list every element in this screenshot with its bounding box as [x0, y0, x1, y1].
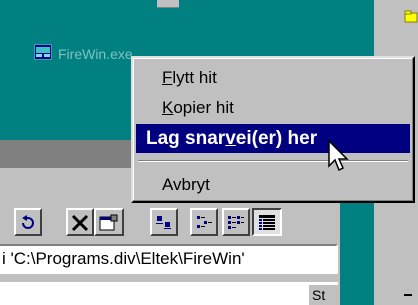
small-icons-view-icon [197, 216, 212, 228]
menu-item-label-post: ei(er) her [235, 128, 318, 149]
menu-item-label-post: lytt hit [172, 68, 217, 87]
top-edge-icon [157, 0, 179, 8]
details-view-button[interactable] [252, 208, 282, 236]
list-view-button[interactable] [222, 208, 250, 236]
menu-item-label-pre: Lag snar [146, 128, 226, 149]
menu-item-accelerator: K [162, 98, 174, 117]
large-icons-view-icon [156, 216, 171, 229]
application-icon [34, 44, 52, 60]
menu-item-accelerator: v [225, 128, 236, 149]
menu-separator [138, 160, 408, 162]
properties-icon [99, 214, 118, 231]
list-view-icon [228, 216, 244, 229]
undo-button[interactable] [14, 208, 42, 236]
mouse-cursor-icon [328, 140, 349, 172]
file-list[interactable] [0, 282, 338, 305]
column-header-size[interactable]: St [308, 284, 338, 305]
menu-item-cancel[interactable]: Avbryt [136, 170, 410, 199]
menu-item-label-post: opier hit [173, 98, 234, 117]
delete-button[interactable] [66, 208, 94, 236]
dragged-item-label: FireWin.exe [58, 46, 133, 62]
undo-icon [22, 215, 34, 229]
menu-item-create-shortcut[interactable]: Lag snarvei(er) her [136, 124, 410, 153]
small-icons-view-button[interactable] [190, 208, 218, 236]
delete-icon [71, 214, 89, 232]
menu-item-move-here[interactable]: Flytt hit [136, 63, 410, 92]
desktop-folder-icon[interactable] [404, 10, 418, 24]
menu-item-accelerator: F [162, 68, 173, 87]
large-icons-view-button[interactable] [150, 208, 178, 236]
menu-item-copy-here[interactable]: Kopier hit [136, 93, 410, 122]
details-view-icon [259, 215, 275, 230]
edge-mark [404, 294, 412, 296]
context-menu: Flytt hit Kopier hit Lag snarvei(er) her… [131, 56, 415, 203]
properties-button[interactable] [94, 208, 124, 236]
address-bar[interactable]: i 'C:\Programs.div\Eltek\FireWin' [0, 244, 338, 274]
menu-item-label-pre: Avbryt [162, 175, 210, 194]
